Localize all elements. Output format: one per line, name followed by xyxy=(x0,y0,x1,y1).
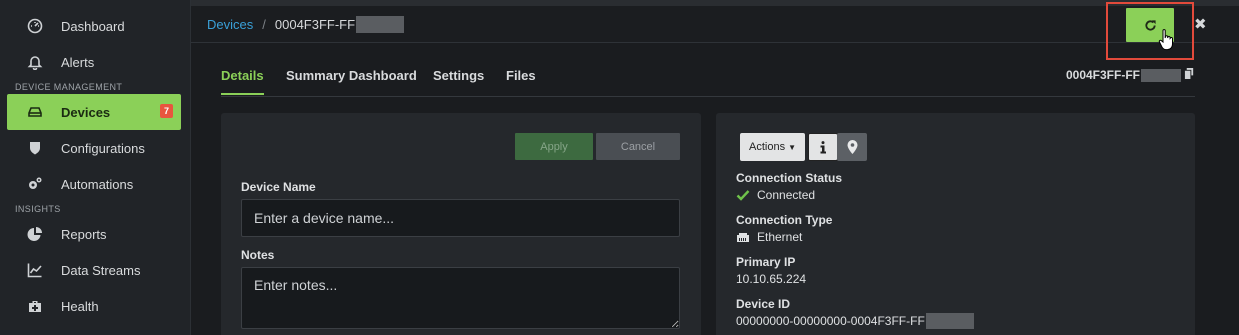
location-button[interactable] xyxy=(837,133,867,161)
device-info-panel: Actions ▼ Connection Status Connected Co… xyxy=(716,113,1195,335)
tab-settings[interactable]: Settings xyxy=(433,68,484,93)
redacted-block xyxy=(356,16,405,33)
ethernet-icon xyxy=(737,233,749,242)
redacted-block xyxy=(925,313,974,329)
sidebar-item-reports[interactable]: Reports xyxy=(7,216,181,252)
sidebar-item-label: Configurations xyxy=(61,140,145,156)
info-button[interactable] xyxy=(808,133,838,161)
device-id-full-text: 00000000-00000000-0004F3FF-FF xyxy=(736,314,925,328)
connection-type-label: Connection Type xyxy=(736,213,833,227)
sidebar-item-label: Alerts xyxy=(61,54,95,70)
sidebar-item-label: Health xyxy=(61,298,99,314)
connection-status-value: Connected xyxy=(736,188,815,202)
primary-ip-text: 10.10.65.224 xyxy=(736,272,807,286)
page-header: Devices / 0004F3FF-FF ✖ xyxy=(191,2,1239,60)
breadcrumb-separator: / xyxy=(262,17,266,32)
primary-ip-value: 10.10.65.224 xyxy=(736,272,806,286)
device-id-header: 0004F3FF-FF xyxy=(1066,68,1195,82)
copy-icon[interactable] xyxy=(1184,68,1195,82)
connection-type-value: Ethernet xyxy=(736,230,802,244)
map-marker-icon xyxy=(847,140,857,154)
breadcrumb-current: 0004F3FF-FF xyxy=(274,17,356,32)
checkmark-icon xyxy=(736,190,750,201)
close-button[interactable]: ✖ xyxy=(1194,15,1207,33)
apply-button[interactable]: Apply xyxy=(515,133,593,160)
gears-icon xyxy=(25,174,45,194)
sidebar-item-label: Dashboard xyxy=(61,18,125,34)
actions-dropdown-button[interactable]: Actions ▼ xyxy=(740,133,805,161)
bell-icon xyxy=(25,52,45,72)
router-icon xyxy=(25,102,45,122)
caret-down-icon: ▼ xyxy=(788,142,796,152)
device-name-label: Device Name xyxy=(241,180,316,194)
sidebar-item-automations[interactable]: Automations xyxy=(7,166,181,202)
device-name-input[interactable] xyxy=(241,199,680,237)
section-insights: INSIGHTS xyxy=(15,204,61,214)
gauge-icon xyxy=(25,16,45,36)
actions-label: Actions xyxy=(749,141,786,153)
connection-type-text: Ethernet xyxy=(757,230,803,244)
shield-icon xyxy=(25,138,45,158)
sidebar-item-alerts[interactable]: Alerts xyxy=(7,44,181,80)
sidebar-item-configurations[interactable]: Configurations xyxy=(7,130,181,166)
hand-cursor-icon xyxy=(1158,29,1173,51)
pie-chart-icon xyxy=(25,224,45,244)
breadcrumb: Devices / 0004F3FF-FF xyxy=(207,16,405,33)
sidebar-item-devices[interactable]: Devices 7 xyxy=(7,94,181,130)
line-chart-icon xyxy=(25,260,45,280)
highlight-box xyxy=(1106,2,1194,60)
device-id-text: 0004F3FF-FF xyxy=(1065,68,1140,82)
breadcrumb-devices-link[interactable]: Devices xyxy=(207,17,253,32)
sidebar-item-health[interactable]: Health xyxy=(7,288,181,324)
sidebar-item-label: Data Streams xyxy=(61,262,141,278)
sidebar-item-data-streams[interactable]: Data Streams xyxy=(7,252,181,288)
cancel-button[interactable]: Cancel xyxy=(596,133,680,160)
device-form-panel: Apply Cancel Device Name Notes xyxy=(221,113,701,335)
medkit-icon xyxy=(25,296,45,316)
redacted-block xyxy=(1141,68,1181,82)
device-id-label: Device ID xyxy=(736,297,791,311)
tab-bar: Details Summary Dashboard Settings Files… xyxy=(221,60,1195,97)
notes-textarea[interactable] xyxy=(241,267,680,329)
sidebar-item-label: Reports xyxy=(61,226,107,242)
notes-label: Notes xyxy=(241,248,275,262)
sidebar-item-label: Automations xyxy=(61,176,134,192)
device-id-value: 00000000-00000000-0004F3FF-FF xyxy=(736,313,974,329)
sidebar: Dashboard Alerts DEVICE MANAGEMENT Devic… xyxy=(0,0,191,335)
primary-ip-label: Primary IP xyxy=(736,255,796,269)
tab-details[interactable]: Details xyxy=(221,68,264,95)
sidebar-item-label: Devices xyxy=(61,104,111,120)
tab-summary-dashboard[interactable]: Summary Dashboard xyxy=(286,68,417,93)
alert-count-badge: 7 xyxy=(160,104,173,118)
tab-files[interactable]: Files xyxy=(506,68,536,93)
sidebar-item-dashboard[interactable]: Dashboard xyxy=(7,8,181,44)
section-device-management: DEVICE MANAGEMENT xyxy=(15,82,123,92)
info-icon xyxy=(820,140,826,153)
connection-status-text: Connected xyxy=(757,188,816,202)
connection-status-label: Connection Status xyxy=(736,171,843,185)
